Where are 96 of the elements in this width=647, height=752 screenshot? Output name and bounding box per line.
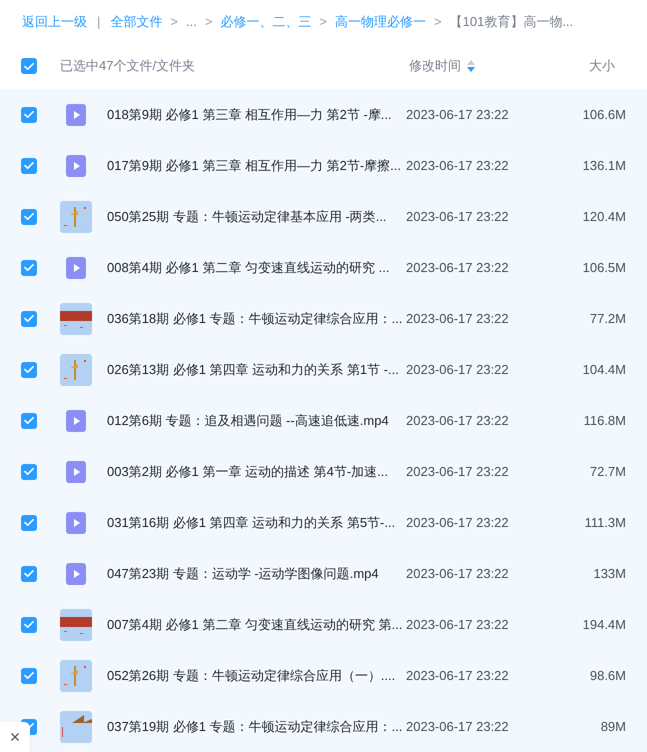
- modified-time: 2023-06-17 23:22: [406, 564, 510, 583]
- breadcrumb-link[interactable]: 【101教育】高一物...: [450, 12, 574, 32]
- modified-time: 2023-06-17 23:22: [406, 208, 510, 226]
- file-size: 194.4M: [582, 616, 626, 634]
- video-file-icon: [66, 104, 86, 126]
- check-icon: [24, 570, 34, 577]
- video-file-icon: [66, 256, 86, 278]
- modified-time: 2023-06-17 23:22: [406, 718, 510, 736]
- breadcrumb-link[interactable]: ...: [186, 12, 197, 32]
- file-size: 120.4M: [582, 208, 626, 226]
- file-size: 104.4M: [582, 360, 626, 379]
- check-icon: [24, 213, 34, 220]
- file-name: 037第19期 必修1 专题：牛顿运动定律综合应用：...: [107, 718, 404, 736]
- checkbox[interactable]: [21, 208, 37, 224]
- file-row[interactable]: 036第18期 必修1 专题：牛顿运动定律综合应用：... 2023-06-17 23:22 77.2M: [0, 293, 647, 344]
- file-name: 050第25期 专题：牛顿运动定律基本应用 -两类...: [107, 208, 388, 226]
- file-name: 003第2期 必修1 第一章 运动的描述 第4节-加速...: [107, 462, 389, 481]
- check-icon: [24, 519, 34, 526]
- file-size: 98.6M: [588, 666, 626, 685]
- file-row[interactable]: 003第2期 必修1 第一章 运动的描述 第4节-加速... 2023-06-17 23:22 72.7M: [0, 446, 647, 497]
- file-row[interactable]: 031第16期 必修1 第四章 运动和力的关系 第5节-... 2023-06-17 23:22 111.3M: [0, 497, 647, 548]
- file-name: 026第13期 必修1 第四章 运动和力的关系 第1节 -...: [107, 360, 400, 379]
- separator: >: [170, 12, 178, 31]
- file-name: 031第16期 必修1 第四章 运动和力的关系 第5节-...: [107, 514, 396, 532]
- checkbox[interactable]: [21, 412, 37, 428]
- column-header[interactable]: 修改时间: [409, 56, 461, 76]
- file-row[interactable]: 007第4期 必修1 第二章 匀变速直线运动的研究 第... 2023-06-17 23:22 194.4M: [0, 599, 647, 650]
- file-name: 008第4期 必修1 第二章 匀变速直线运动的研究 ...: [107, 258, 390, 277]
- file-name: 052第26期 专题：牛顿运动定律综合应用（一）....: [107, 666, 396, 685]
- video-file-icon: [66, 460, 86, 482]
- checkbox[interactable]: [21, 58, 37, 74]
- separator: >: [434, 12, 442, 31]
- modified-time: 2023-06-17 23:22: [406, 666, 510, 685]
- video-file-icon: [66, 410, 86, 432]
- file-size: 77.2M: [588, 310, 626, 328]
- modified-time: 2023-06-17 23:22: [406, 310, 510, 328]
- checkbox[interactable]: [21, 260, 37, 276]
- file-row[interactable]: 050第25期 专题：牛顿运动定律基本应用 -两类... 2023-06-17 23:22 120.4M: [0, 191, 647, 242]
- checkbox[interactable]: [21, 310, 37, 326]
- checkbox[interactable]: [21, 514, 37, 530]
- check-icon: [24, 62, 34, 70]
- check-icon: [24, 417, 34, 424]
- file-size: 111.3M: [584, 514, 626, 532]
- file-name: 012第6期 专题：追及相遇问题 --高速追低速.mp4: [107, 412, 390, 430]
- modified-time: 2023-06-17 23:22: [406, 156, 510, 175]
- sort-icon[interactable]: [467, 60, 475, 72]
- selection-count: 已选中47个文件/文件夹: [60, 57, 196, 76]
- check-icon: [24, 621, 34, 628]
- file-row[interactable]: 047第23期 专题：运动学 -运动学图像问题.mp4 2023-06-17 23:22 133M: [0, 548, 647, 599]
- file-row[interactable]: 018第9期 必修1 第三章 相互作用—力 第2节 -摩... 2023-06-17 23:22 106.6M: [0, 89, 647, 140]
- file-name: 018第9期 必修1 第三章 相互作用—力 第2节 -摩...: [107, 106, 393, 124]
- file-name: 036第18期 必修1 专题：牛顿运动定律综合应用：...: [107, 310, 404, 328]
- file-size: 106.5M: [582, 258, 626, 277]
- video-file-icon: [66, 562, 86, 584]
- modified-time: 2023-06-17 23:22: [406, 616, 510, 634]
- file-size: 136.1M: [582, 156, 626, 175]
- checkbox[interactable]: [21, 464, 37, 480]
- file-size: 106.6M: [582, 106, 626, 124]
- checkbox[interactable]: [21, 158, 37, 174]
- file-row[interactable]: 017第9期 必修1 第三章 相互作用—力 第2节-摩擦... 2023-06-17 23:22 136.1M: [0, 140, 647, 191]
- separator: >: [319, 12, 328, 31]
- modified-time: 2023-06-17 23:22: [406, 412, 510, 430]
- file-size: 133M: [592, 564, 626, 583]
- modified-time: 2023-06-17 23:22: [406, 462, 510, 481]
- file-name: 017第9期 必修1 第三章 相互作用—力 第2节-摩擦...: [107, 156, 402, 175]
- checkbox[interactable]: [21, 668, 37, 684]
- check-icon: [24, 315, 34, 322]
- separator: >: [204, 12, 212, 31]
- modified-time: 2023-06-17 23:22: [406, 514, 510, 532]
- checkbox[interactable]: [21, 362, 37, 378]
- checkbox[interactable]: [21, 106, 37, 122]
- separator: |: [97, 12, 100, 31]
- modified-time: 2023-06-17 23:22: [406, 258, 510, 277]
- check-icon: [24, 264, 34, 271]
- check-icon: [24, 672, 34, 679]
- check-icon: [24, 366, 34, 373]
- column-header: 大小: [589, 57, 615, 76]
- file-row[interactable]: 052第26期 专题：牛顿运动定律综合应用（一）.... 2023-06-17 23:22 98.6M: [0, 650, 647, 701]
- check-icon: [24, 162, 34, 169]
- checkbox[interactable]: [21, 566, 37, 582]
- video-file-icon: [66, 512, 86, 534]
- file-row[interactable]: 026第13期 必修1 第四章 运动和力的关系 第1节 -... 2023-06-17 23:22 104.4M: [0, 344, 647, 395]
- file-name: 047第23期 专题：运动学 -运动学图像问题.mp4: [107, 564, 380, 583]
- file-row[interactable]: 008第4期 必修1 第二章 匀变速直线运动的研究 ... 2023-06-17 23:22 106.5M: [0, 242, 647, 293]
- close-button[interactable]: ×: [10, 728, 20, 746]
- file-row[interactable]: 012第6期 专题：追及相遇问题 --高速追低速.mp4 2023-06-17 23:22 116.8M: [0, 395, 647, 446]
- file-name: 007第4期 必修1 第二章 匀变速直线运动的研究 第...: [107, 616, 404, 634]
- video-file-icon: [66, 154, 86, 176]
- check-icon: [24, 111, 34, 118]
- modified-time: 2023-06-17 23:22: [406, 106, 510, 124]
- file-size: 89M: [600, 718, 626, 736]
- modified-time: 2023-06-17 23:22: [406, 360, 510, 379]
- checkbox[interactable]: [21, 616, 37, 632]
- check-icon: [24, 468, 34, 475]
- file-size: 72.7M: [588, 462, 626, 481]
- file-size: 116.8M: [582, 412, 626, 430]
